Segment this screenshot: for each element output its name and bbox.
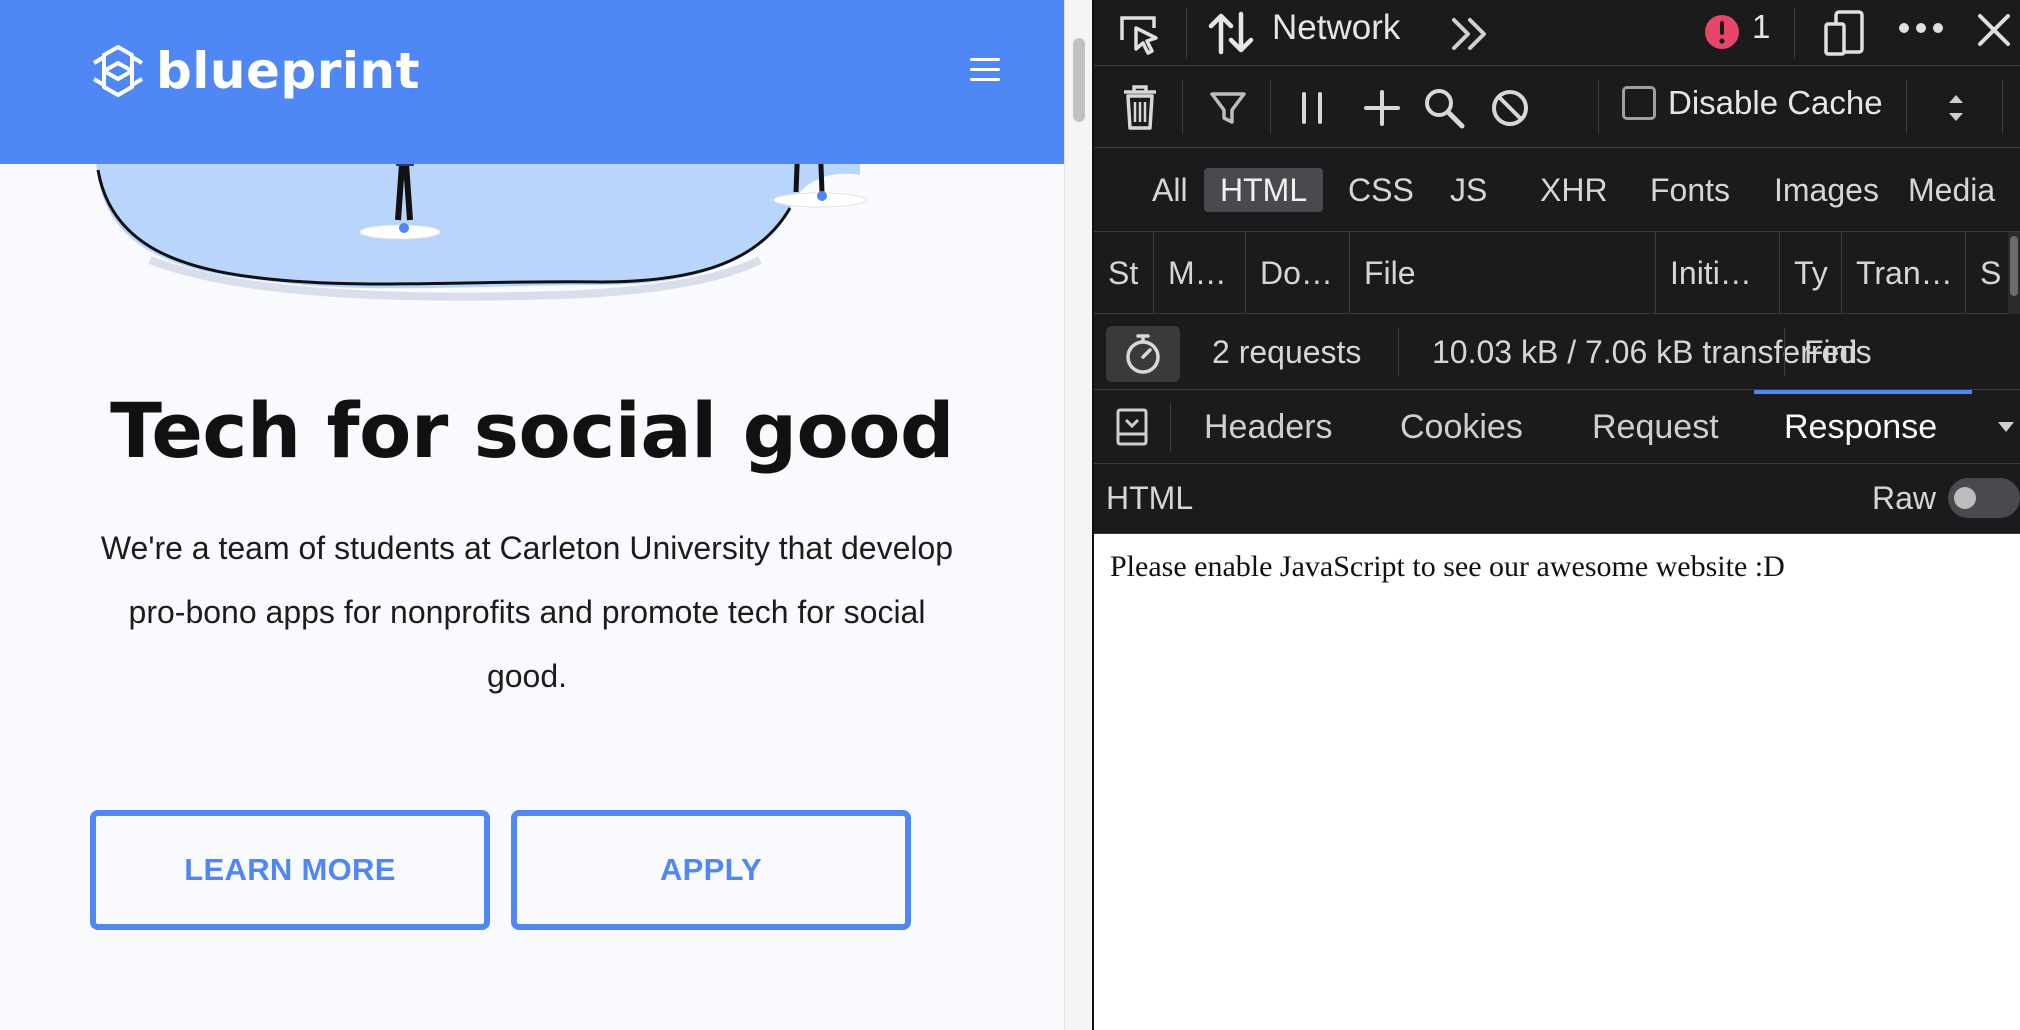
filter-media[interactable]: Media [1892, 168, 2011, 212]
filter-html[interactable]: HTML [1204, 168, 1324, 212]
filter-icon[interactable] [1208, 88, 1248, 128]
request-table-header: St M… Do… File Initi… Ty Tran… S [1094, 232, 2020, 314]
column-method[interactable]: M… [1154, 232, 1246, 314]
element-picker-icon[interactable] [1116, 10, 1162, 56]
finish-time: Finis [1804, 334, 1872, 370]
table-scrollbar-thumb[interactable] [2010, 236, 2018, 296]
raw-toggle-knob [1954, 487, 1976, 509]
search-icon[interactable] [1422, 86, 1466, 130]
response-subheader: HTML Raw [1094, 464, 2020, 534]
raw-toggle[interactable] [1948, 478, 2020, 518]
apply-button[interactable]: APPLY [511, 810, 911, 930]
disable-cache-toggle[interactable]: Disable Cache [1622, 84, 1883, 122]
more-icon[interactable] [1896, 18, 1946, 38]
selected-tab-indicator [1754, 390, 1972, 394]
network-actions-bar: Disable Cache [1094, 66, 2020, 148]
block-icon[interactable] [1488, 86, 1532, 130]
column-type[interactable]: Ty [1780, 232, 1842, 314]
disable-cache-checkbox[interactable] [1622, 86, 1656, 120]
close-icon[interactable] [1974, 10, 2014, 50]
menu-hamburger-icon[interactable] [970, 58, 1000, 82]
transfer-size: 10.03 kB / 7.06 kB transferred [1432, 334, 1858, 370]
stopwatch-icon [1126, 334, 1160, 374]
chevron-double-right-icon[interactable] [1448, 12, 1492, 56]
tab-request[interactable]: Request [1592, 408, 1719, 447]
hero-title: Tech for social good [110, 386, 954, 475]
error-count[interactable]: 1 [1752, 8, 1770, 46]
network-summary-bar: 2 requests 10.03 kB / 7.06 kB transferre… [1094, 314, 2020, 390]
pause-icon[interactable] [1294, 88, 1330, 128]
column-status[interactable]: St [1094, 232, 1154, 314]
page-scrollbar-thumb[interactable] [1073, 38, 1085, 122]
column-domain[interactable]: Do… [1246, 232, 1350, 314]
tabs-overflow-icon[interactable] [1996, 420, 2016, 434]
tab-headers[interactable]: Headers [1204, 408, 1333, 447]
trash-icon[interactable] [1120, 82, 1160, 132]
raw-label: Raw [1872, 480, 1937, 516]
request-type-filters: All HTML CSS JS XHR Fonts Images Media [1094, 148, 2020, 232]
brand-name: blueprint [156, 42, 421, 100]
site-header: blueprint [0, 0, 1064, 164]
filter-fonts[interactable]: Fonts [1634, 168, 1746, 212]
filter-images[interactable]: Images [1758, 168, 1895, 212]
filter-js[interactable]: JS [1434, 168, 1503, 212]
sidebar-toggle-icon[interactable] [1114, 406, 1150, 448]
column-initiator[interactable]: Initi… [1656, 232, 1780, 314]
column-size[interactable]: S [1966, 232, 2008, 314]
brand-link[interactable]: blueprint [88, 38, 420, 104]
performance-analysis-button[interactable] [1106, 326, 1180, 382]
table-scrollbar[interactable] [2008, 232, 2020, 314]
website-viewport: blueprint Tech for social good We're a t… [0, 0, 1064, 1030]
tab-response[interactable]: Response [1784, 408, 1937, 447]
plus-icon[interactable] [1362, 88, 1402, 128]
request-count: 2 requests [1212, 334, 1362, 370]
responsive-design-icon[interactable] [1820, 6, 1868, 60]
column-transferred[interactable]: Tran… [1842, 232, 1966, 314]
response-format-label: HTML [1106, 480, 1194, 516]
blueprint-logo-icon [92, 45, 144, 97]
filter-all[interactable]: All [1136, 168, 1204, 212]
tab-cookies[interactable]: Cookies [1400, 408, 1523, 447]
hero-description: We're a team of students at Carleton Uni… [100, 530, 954, 694]
devtools-toolbar: Network 1 [1094, 0, 2020, 66]
learn-more-button[interactable]: LEARN MORE [90, 810, 490, 930]
filter-xhr[interactable]: XHR [1524, 168, 1624, 212]
request-detail-tabs: Headers Cookies Request Response [1094, 390, 2020, 464]
filter-css[interactable]: CSS [1332, 168, 1430, 212]
network-arrows-icon [1208, 11, 1254, 55]
devtools-panel: Network 1 Disable Cache All HTML CSS JS … [1094, 0, 2020, 1030]
column-file[interactable]: File [1350, 232, 1656, 314]
page-scrollbar[interactable] [1064, 0, 1092, 1030]
throttle-icon[interactable] [1944, 88, 1968, 128]
error-icon[interactable] [1702, 12, 1742, 52]
response-body-text: Please enable JavaScript to see our awes… [1110, 550, 1785, 583]
response-preview: Please enable JavaScript to see our awes… [1094, 534, 2020, 1030]
tool-title: Network [1272, 8, 1401, 47]
disable-cache-label: Disable Cache [1668, 84, 1883, 121]
